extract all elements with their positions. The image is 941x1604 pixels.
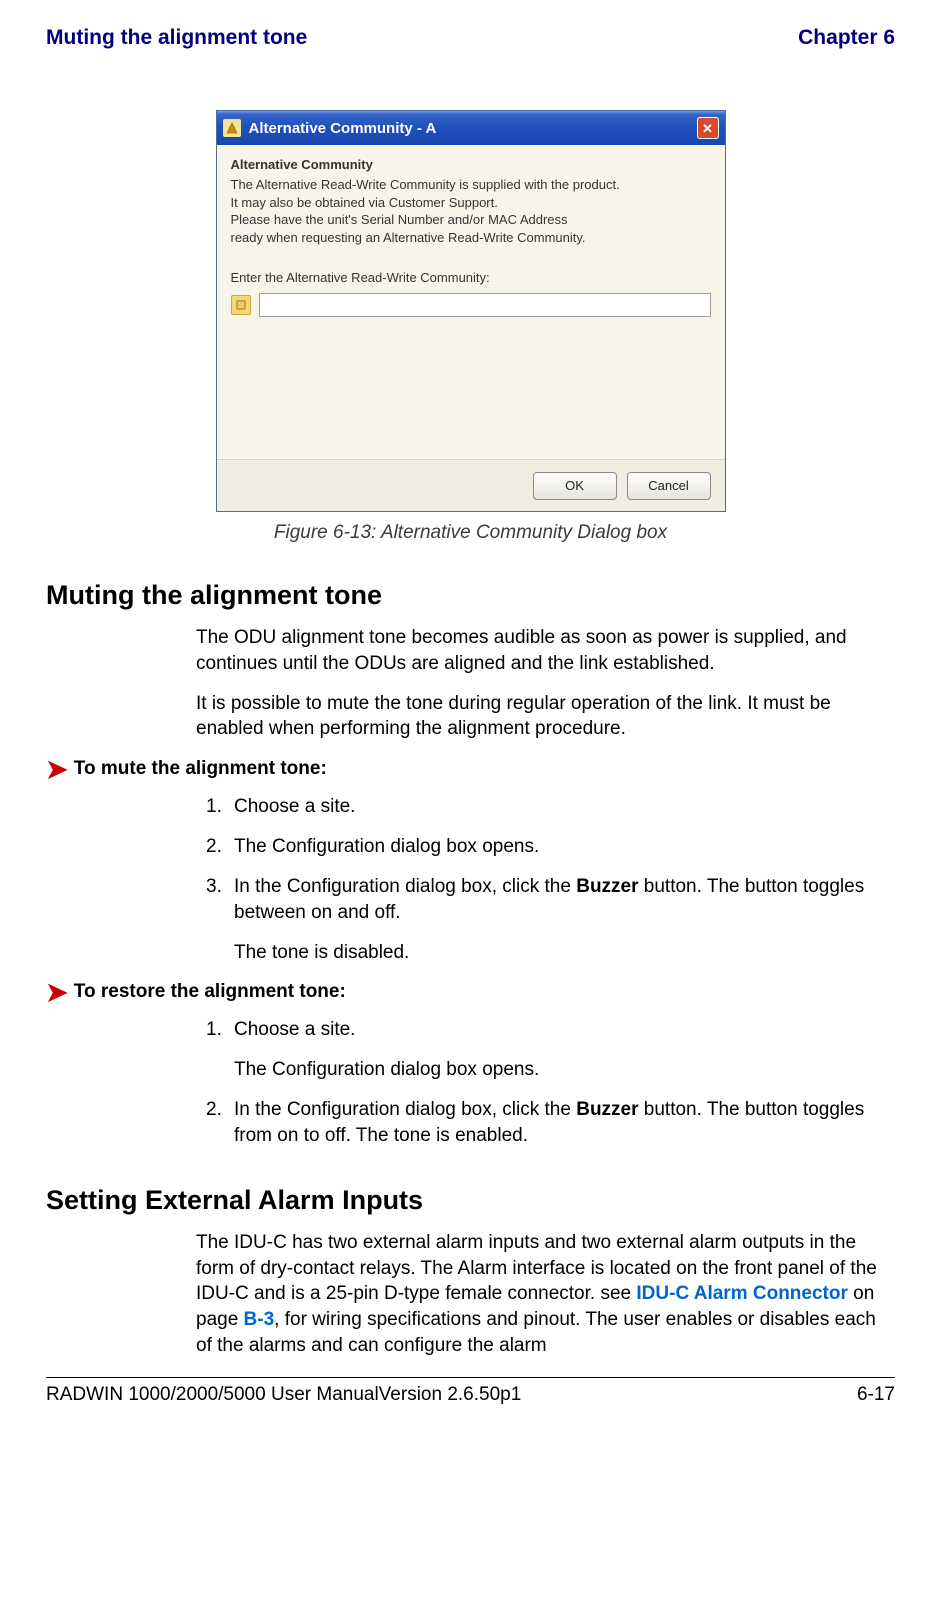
dialog-titlebar: Alternative Community - A ✕ [217,111,725,145]
footer-left: RADWIN 1000/2000/5000 User ManualVersion… [46,1384,521,1406]
page-header: Muting the alignment tone Chapter 6 [46,26,895,50]
restore-steps-list: 1.Choose a site. [206,1017,895,1043]
idu-c-alarm-connector-link[interactable]: IDU-C Alarm Connector [636,1283,847,1304]
buzzer-bold: Buzzer [576,1099,638,1120]
alternative-community-dialog: Alternative Community - A ✕ Alternative … [216,110,726,512]
mute-step-2: 2.The Configuration dialog box opens. [206,834,895,860]
muting-para-2: It is possible to mute the tone during r… [196,691,895,743]
input-row: Enter the Alternative Read-Write Communi… [231,270,711,317]
mute-procedure-title: To mute the alignment tone: [74,758,327,780]
ok-button-label: OK [565,478,584,493]
community-input[interactable] [259,293,711,317]
mute-step-1: 1.Choose a site. [206,794,895,820]
dialog-body: Alternative Community The Alternative Re… [217,145,725,327]
restore-procedure-title: To restore the alignment tone: [74,981,346,1003]
footer-right: 6-17 [857,1384,895,1406]
page-footer: RADWIN 1000/2000/5000 User ManualVersion… [46,1384,895,1406]
input-wrap [231,293,711,317]
chevron-icon: ➤ [46,756,68,782]
dialog-title: Alternative Community - A [249,120,437,137]
figure-block: Alternative Community - A ✕ Alternative … [46,110,895,544]
header-left: Muting the alignment tone [46,26,307,50]
chevron-icon: ➤ [46,979,68,1005]
dialog-legend: Alternative Community [231,157,711,172]
help-line-3: Please have the unit's Serial Number and… [231,211,711,229]
dialog-title-icon [223,119,241,137]
restore-steps-list-2: 2.In the Configuration dialog box, click… [206,1097,895,1149]
dialog-button-bar: OK Cancel [217,459,725,511]
mute-step-3-sub: The tone is disabled. [234,940,895,966]
header-right: Chapter 6 [798,26,895,50]
dialog-help-text: The Alternative Read-Write Community is … [231,176,711,246]
restore-step-1: 1.Choose a site. [206,1017,895,1043]
restore-step-2: 2.In the Configuration dialog box, click… [206,1097,895,1149]
close-icon: ✕ [702,122,713,135]
ok-button[interactable]: OK [533,472,617,500]
muting-para-1: The ODU alignment tone becomes audible a… [196,625,895,677]
mute-step-3: 3.In the Configuration dialog box, click… [206,874,895,926]
alarm-heading: Setting External Alarm Inputs [46,1185,895,1216]
input-label: Enter the Alternative Read-Write Communi… [231,270,711,285]
help-line-1: The Alternative Read-Write Community is … [231,176,711,194]
close-button[interactable]: ✕ [697,117,719,139]
page-ref-link[interactable]: B-3 [244,1309,275,1330]
help-line-2: It may also be obtained via Customer Sup… [231,194,711,212]
alarm-para: The IDU-C has two external alarm inputs … [196,1230,895,1359]
figure-caption: Figure 6-13: Alternative Community Dialo… [274,522,667,544]
footer-rule [46,1377,895,1378]
restore-step-1-sub: The Configuration dialog box opens. [234,1057,895,1083]
cancel-button[interactable]: Cancel [627,472,711,500]
muting-heading: Muting the alignment tone [46,580,895,611]
help-line-4: ready when requesting an Alternative Rea… [231,229,711,247]
buzzer-bold: Buzzer [576,876,638,897]
restore-procedure-heading: ➤ To restore the alignment tone: [46,979,895,1005]
mute-steps-list: 1.Choose a site. 2.The Configuration dia… [206,794,895,925]
warning-icon [231,295,251,315]
mute-procedure-heading: ➤ To mute the alignment tone: [46,756,895,782]
cancel-button-label: Cancel [648,478,688,493]
